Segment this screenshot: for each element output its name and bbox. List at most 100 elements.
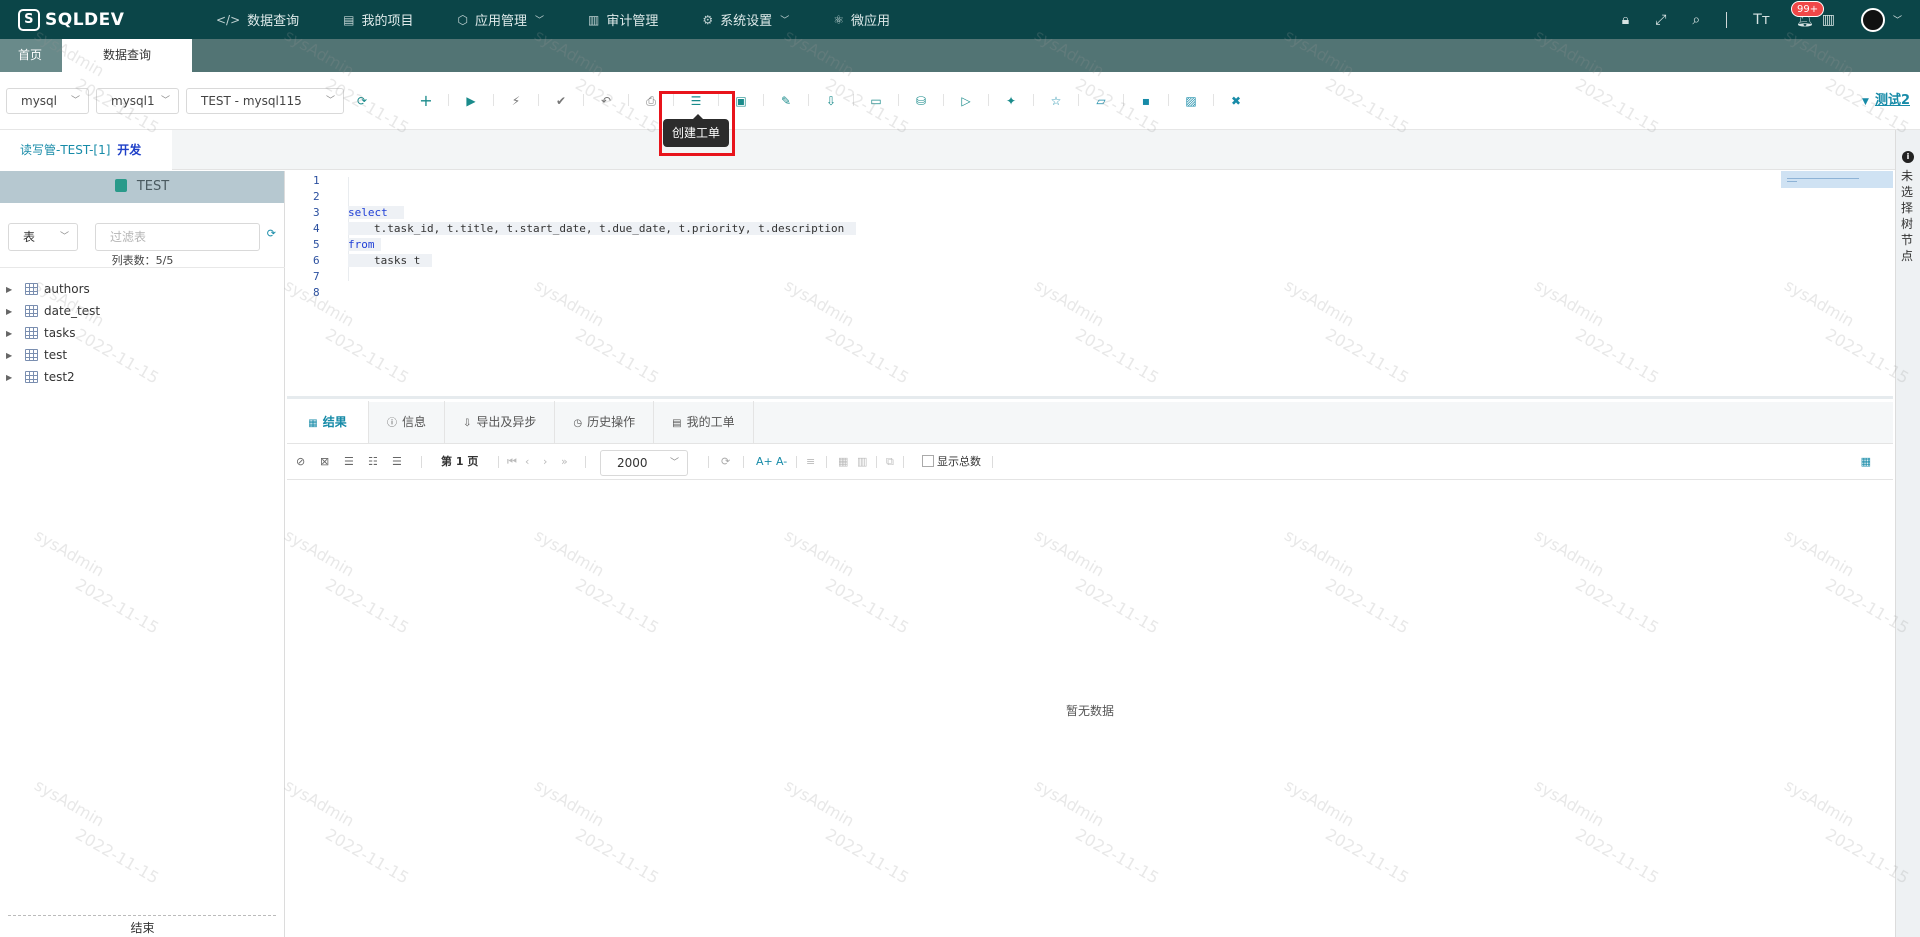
select-all-icon[interactable]: ⊘ [296, 452, 305, 472]
code-line-5: from [348, 238, 381, 251]
copy-row-icon[interactable]: ☷ [368, 452, 378, 472]
caret-right-icon[interactable]: ▶ [6, 329, 20, 338]
font-increase-button[interactable]: A+ [756, 452, 773, 472]
caret-right-icon[interactable]: ▶ [6, 307, 20, 316]
nav-item-label: 应用管理 [475, 14, 528, 29]
db-type-select[interactable]: mysql ﹀ [6, 88, 89, 114]
new-query-icon[interactable]: + [414, 88, 438, 114]
import-icon[interactable]: ⇩ [819, 88, 843, 114]
delete-row-icon[interactable]: ☰ [392, 452, 402, 472]
table-icon [25, 283, 38, 295]
bell-icon[interactable]: 🔔︎ 99+ [1790, 0, 1825, 28]
connection-tab[interactable]: 读写管-TEST-[1] 开发 [0, 130, 172, 170]
toolbar-divider [583, 94, 584, 106]
commit-icon[interactable]: ✔ [549, 88, 573, 114]
nav-item-audit-management[interactable]: ▥ 审计管理 [588, 10, 658, 30]
tab-my-tickets[interactable]: ▤ 我的工单 [654, 401, 754, 443]
prev-page-icon[interactable]: ‹ [525, 452, 529, 472]
connection-select[interactable]: TEST - mysql115 ﹀ [186, 88, 344, 114]
nav-item-app-management[interactable]: ⬡ 应用管理 ﹀ [458, 10, 545, 30]
image-icon[interactable]: ▨ [1179, 88, 1203, 114]
lock-icon[interactable]: 🔒︎ [1622, 12, 1629, 28]
fullscreen-icon[interactable]: ⤢ [1655, 12, 1666, 28]
last-page-icon[interactable]: » [561, 452, 568, 472]
environment-badge: 开发 [117, 143, 142, 157]
copy-icon[interactable]: ⧉ [886, 452, 894, 472]
database-icon[interactable]: ⛁ [909, 88, 933, 114]
show-total-checkbox[interactable]: 显示总数 [922, 452, 981, 472]
line-number: 6 [313, 254, 320, 267]
tab-history[interactable]: ◷ 历史操作 [555, 401, 655, 443]
clear-icon[interactable]: ⊠ [320, 452, 329, 472]
app-logo[interactable]: S SQLDEV [18, 8, 198, 31]
sql-editor[interactable]: 1 2 3 4 5 6 7 8 select t.task_id, t.titl… [287, 171, 1893, 399]
refresh-connection-icon[interactable]: ⟳ [350, 88, 374, 114]
explain-icon[interactable]: ⎙ [639, 88, 663, 114]
tree-item-date-test[interactable]: ▶ date_test [0, 300, 285, 322]
user-link[interactable]: ▼ 测试2 [1862, 88, 1910, 114]
object-type-select[interactable]: 表 ﹀ [8, 223, 78, 251]
logo-text: SQLDEV [45, 9, 125, 30]
font-size-icon[interactable]: Tт [1753, 12, 1770, 28]
line-number: 8 [313, 286, 320, 299]
tab-label: 结果 [322, 415, 347, 429]
atom-icon: ⚛ [833, 12, 844, 27]
tab-info[interactable]: ⓘ 信息 [369, 401, 446, 443]
db-instance-select[interactable]: mysql1 ﹀ [96, 88, 179, 114]
book-open-icon[interactable]: ▥ [1822, 12, 1835, 28]
folder-open-icon[interactable]: ▱ [1089, 88, 1113, 114]
filter-table-input[interactable] [95, 223, 260, 251]
caret-right-icon[interactable]: ▶ [6, 285, 20, 294]
form-view-icon[interactable]: ▥ [857, 452, 867, 472]
refresh-tree-icon[interactable]: ⟳ [267, 227, 276, 240]
execute-current-icon[interactable]: ⚡︎ [504, 88, 528, 114]
card-icon[interactable]: ▭ [864, 88, 888, 114]
caret-right-icon[interactable]: ▶ [6, 373, 20, 382]
schedule-icon[interactable]: ▣ [729, 88, 753, 114]
save-icon[interactable]: ▪ [1134, 88, 1158, 114]
tree-item-test2[interactable]: ▶ test2 [0, 366, 285, 388]
tab-export-async[interactable]: ⇩ 导出及异步 [445, 401, 556, 443]
tab-results[interactable]: ▦ 结果 [287, 401, 369, 443]
editor-minimap[interactable] [1781, 171, 1893, 188]
chevron-down-icon[interactable]: ﹀ [1893, 13, 1902, 26]
font-decrease-button[interactable]: A- [776, 452, 787, 472]
tab-data-query[interactable]: 数据查询 [62, 39, 192, 72]
checkbox-box[interactable] [922, 455, 934, 467]
next-page-icon[interactable]: › [543, 452, 547, 472]
star-icon[interactable]: ☆ [1044, 88, 1068, 114]
tab-home[interactable]: 首页 [0, 39, 62, 72]
table-settings-icon[interactable]: ▦ [1861, 452, 1871, 472]
tab-label: 导出及异步 [476, 415, 537, 429]
tools-icon[interactable]: ✖ [1224, 88, 1248, 114]
nav-item-my-projects[interactable]: ▤ 我的项目 [343, 10, 413, 30]
grid-view-icon[interactable]: ▦ [838, 452, 848, 472]
nav-item-data-query[interactable]: </> 数据查询 [216, 10, 299, 30]
page-size-select[interactable]: 2000 ﹀ [600, 450, 688, 476]
search-icon[interactable]: ⌕ [1692, 12, 1700, 28]
schema-name: TEST [136, 179, 170, 194]
tree-item-authors[interactable]: ▶ authors [0, 278, 285, 300]
edit-ticket-icon[interactable]: ✎ [774, 88, 798, 114]
create-ticket-icon[interactable]: ☰ [684, 88, 708, 114]
toolbar-divider [898, 94, 899, 106]
terminal-icon[interactable]: ▷ [954, 88, 978, 114]
nav-item-micro-app[interactable]: ⚛ 微应用 [833, 10, 890, 30]
rollback-icon[interactable]: ↶ [594, 88, 618, 114]
format-wand-icon[interactable]: ✦ [999, 88, 1023, 114]
right-info-rail[interactable]: i 未选择树节点 [1895, 130, 1920, 937]
tree-item-test[interactable]: ▶ test [0, 344, 285, 366]
add-row-icon[interactable]: ☰ [344, 452, 354, 472]
align-icon[interactable]: ≡ [806, 452, 815, 472]
run-icon[interactable]: ▶ [459, 88, 483, 114]
toolbar-divider [538, 94, 539, 106]
avatar[interactable] [1860, 7, 1885, 32]
notification-badge: 99+ [1790, 0, 1825, 17]
first-page-icon[interactable]: ⏮ [507, 452, 517, 472]
tree-item-tasks[interactable]: ▶ tasks [0, 322, 285, 344]
nav-item-system-settings[interactable]: ⚙ 系统设置 ﹀ [702, 10, 789, 30]
tab-label: 历史操作 [587, 415, 636, 429]
caret-right-icon[interactable]: ▶ [6, 351, 20, 360]
toolbar-divider [763, 94, 764, 106]
refresh-icon[interactable]: ⟳ [721, 452, 730, 472]
